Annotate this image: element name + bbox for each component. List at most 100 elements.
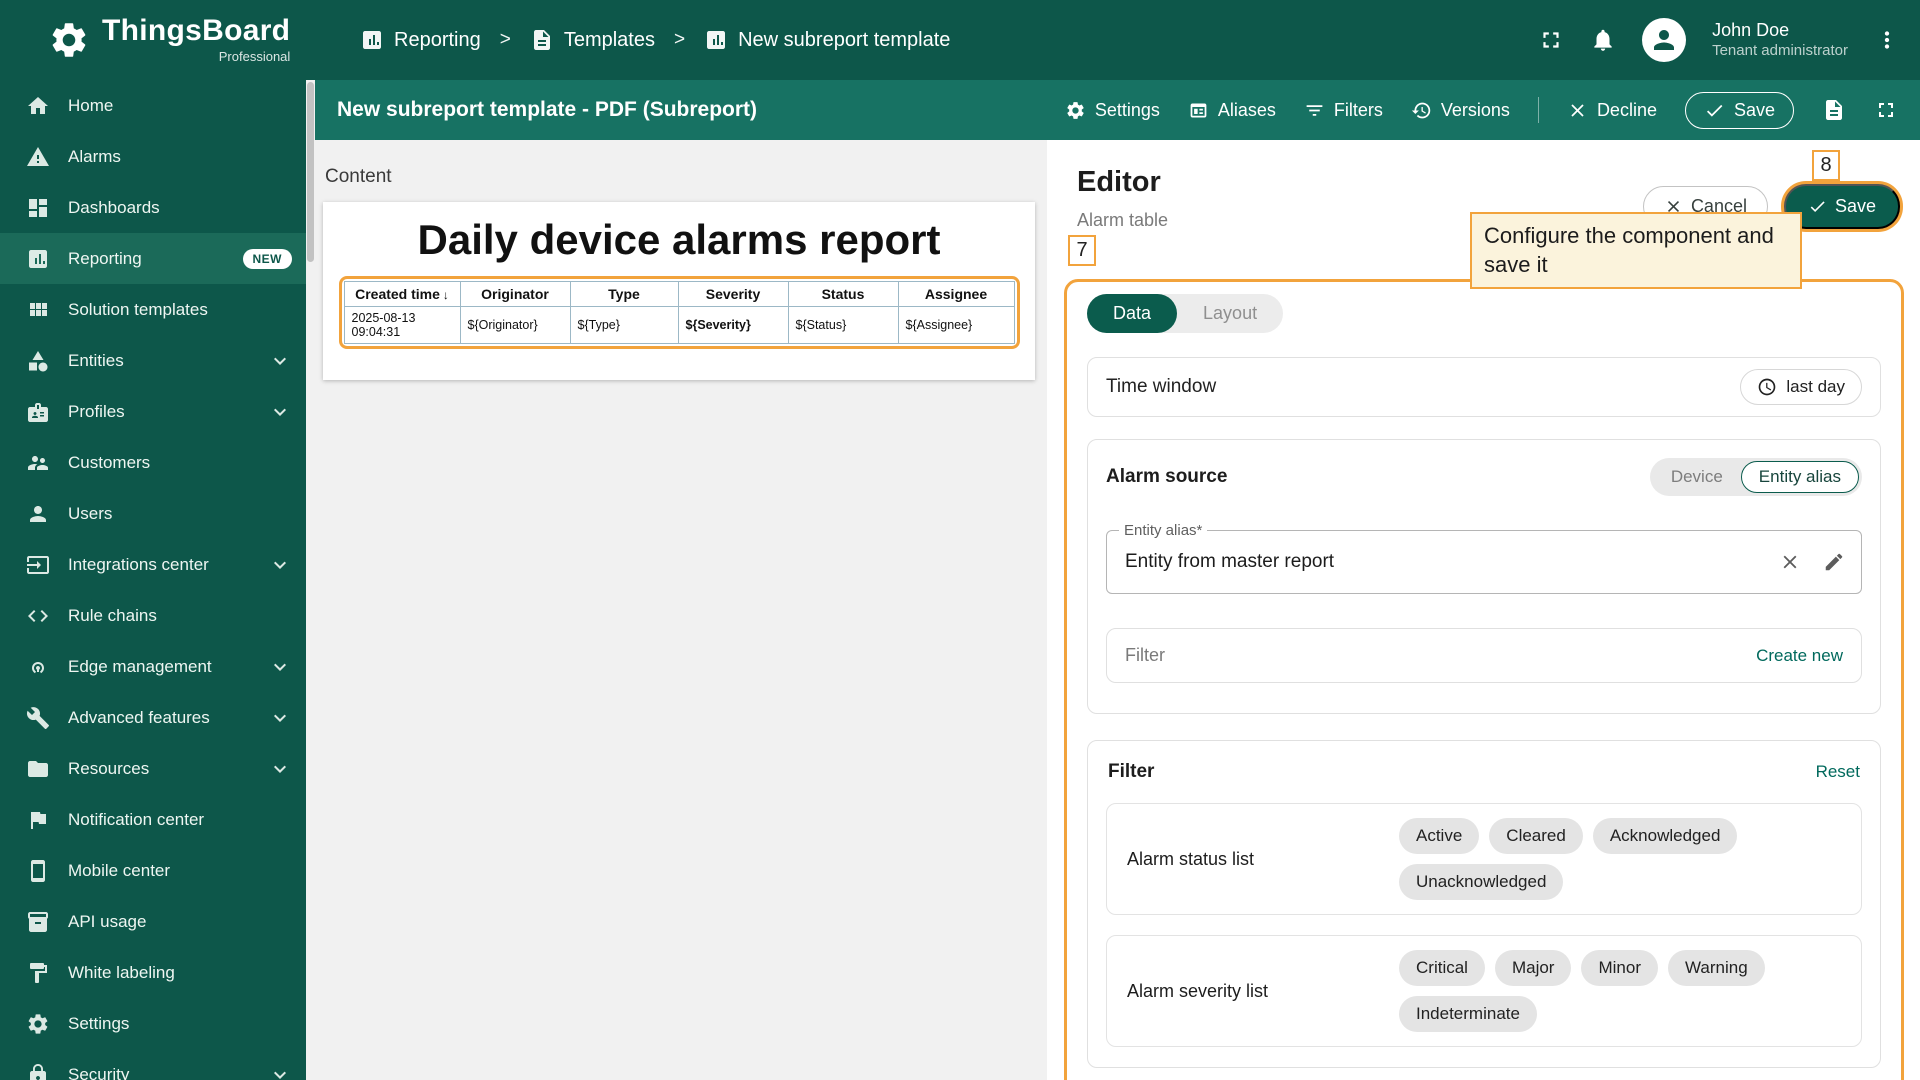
decline-button[interactable]: Decline bbox=[1567, 100, 1657, 121]
chevron-down-icon bbox=[268, 400, 292, 424]
templates-icon bbox=[530, 28, 554, 52]
chip-critical[interactable]: Critical bbox=[1399, 950, 1485, 986]
filter-title: Filter bbox=[1108, 761, 1154, 783]
table-row: 2025-08-13 09:04:31 ${Originator} ${Type… bbox=[344, 307, 1014, 344]
thingsboard-logo[interactable]: ThingsBoard Professional bbox=[0, 16, 306, 64]
entity-alias-field[interactable]: Entity alias* Entity from master report bbox=[1106, 530, 1862, 594]
alarm-table-preview[interactable]: Created time↓ Originator Type Severity S… bbox=[344, 281, 1015, 344]
col-type: Type bbox=[570, 282, 678, 307]
fullscreen-icon[interactable] bbox=[1874, 98, 1898, 122]
user-avatar[interactable] bbox=[1642, 18, 1686, 62]
sidebar-item-notification-center[interactable]: Notification center bbox=[0, 794, 306, 845]
sidebar-item-label: Settings bbox=[68, 1014, 129, 1034]
breadcrumb-label: Reporting bbox=[394, 29, 481, 52]
sidebar-item-label: White labeling bbox=[68, 963, 175, 983]
chip-minor[interactable]: Minor bbox=[1581, 950, 1658, 986]
sidebar-item-settings[interactable]: Settings bbox=[0, 998, 306, 1049]
versions-button[interactable]: Versions bbox=[1411, 100, 1510, 121]
chip-indeterminate[interactable]: Indeterminate bbox=[1399, 996, 1537, 1032]
edit-icon[interactable] bbox=[1823, 551, 1845, 573]
toolbar-save-button[interactable]: Save bbox=[1685, 92, 1794, 129]
user-role: Tenant administrator bbox=[1712, 42, 1848, 61]
clear-icon[interactable] bbox=[1779, 551, 1801, 573]
aliases-label: Aliases bbox=[1218, 100, 1276, 121]
settings-button[interactable]: Settings bbox=[1065, 100, 1160, 121]
col-created-time: Created time↓ bbox=[344, 282, 460, 307]
sidebar-item-white-labeling[interactable]: White labeling bbox=[0, 947, 306, 998]
sidebar-item-edge-management[interactable]: Edge management bbox=[0, 641, 306, 692]
toggle-entity-alias[interactable]: Entity alias bbox=[1741, 461, 1859, 493]
sidebar-item-integrations-center[interactable]: Integrations center bbox=[0, 539, 306, 590]
col-severity: Severity bbox=[678, 282, 788, 307]
sidebar-scrollbar-thumb[interactable] bbox=[307, 82, 314, 262]
create-new-link[interactable]: Create new bbox=[1756, 646, 1843, 666]
reporting-icon bbox=[26, 247, 50, 271]
sidebar-item-rule-chains[interactable]: Rule chains bbox=[0, 590, 306, 641]
chip-unacknowledged[interactable]: Unacknowledged bbox=[1399, 864, 1563, 900]
tab-layout[interactable]: Layout bbox=[1177, 294, 1283, 333]
chip-warning[interactable]: Warning bbox=[1668, 950, 1765, 986]
table-header-row: Created time↓ Originator Type Severity S… bbox=[344, 282, 1014, 307]
breadcrumb-reporting[interactable]: Reporting bbox=[360, 28, 481, 52]
notifications-icon[interactable] bbox=[1590, 27, 1616, 53]
toolbar-divider bbox=[1538, 97, 1539, 123]
chip-acknowledged[interactable]: Acknowledged bbox=[1593, 818, 1738, 854]
sidebar-item-users[interactable]: Users bbox=[0, 488, 306, 539]
reset-link[interactable]: Reset bbox=[1816, 762, 1860, 782]
sidebar-item-label: Integrations center bbox=[68, 555, 209, 575]
sidebar-item-label: Security bbox=[68, 1065, 129, 1080]
time-window-button[interactable]: last day bbox=[1740, 369, 1862, 405]
chevron-down-icon bbox=[268, 1063, 292, 1080]
filters-button[interactable]: Filters bbox=[1304, 100, 1383, 121]
sidebar-item-label: Home bbox=[68, 96, 113, 116]
chip-major[interactable]: Major bbox=[1495, 950, 1572, 986]
save-label: Save bbox=[1835, 196, 1876, 217]
sidebar-scrollbar-track[interactable] bbox=[306, 80, 315, 1080]
sidebar-item-solution-templates[interactable]: Solution templates bbox=[0, 284, 306, 335]
chip-active[interactable]: Active bbox=[1399, 818, 1479, 854]
chevron-down-icon bbox=[268, 757, 292, 781]
check-icon bbox=[1704, 100, 1725, 121]
sidebar-item-home[interactable]: Home bbox=[0, 80, 306, 131]
alarm-status-chips: Active Cleared Acknowledged Unacknowledg… bbox=[1399, 818, 1841, 900]
settings-label: Settings bbox=[1095, 100, 1160, 121]
sidebar-item-mobile-center[interactable]: Mobile center bbox=[0, 845, 306, 896]
new-badge: NEW bbox=[243, 249, 293, 269]
aliases-button[interactable]: Aliases bbox=[1188, 100, 1276, 121]
sidebar-item-label: Rule chains bbox=[68, 606, 157, 626]
cell-assignee: ${Assignee} bbox=[898, 307, 1014, 344]
sidebar-item-dashboards[interactable]: Dashboards bbox=[0, 182, 306, 233]
sidebar-item-alarms[interactable]: Alarms bbox=[0, 131, 306, 182]
sidebar-item-entities[interactable]: Entities bbox=[0, 335, 306, 386]
time-window-label: Time window bbox=[1106, 376, 1216, 398]
notification-center-icon bbox=[26, 808, 50, 832]
template-toolbar: New subreport template - PDF (Subreport)… bbox=[315, 80, 1920, 140]
alarm-status-list-label: Alarm status list bbox=[1127, 849, 1399, 870]
sidebar-item-resources[interactable]: Resources bbox=[0, 743, 306, 794]
breadcrumb-separator: > bbox=[674, 29, 685, 51]
editor-header: Editor Alarm table bbox=[1077, 166, 1168, 231]
generate-report-icon[interactable] bbox=[1822, 98, 1846, 122]
report-preview-card[interactable]: Daily device alarms report Created time↓… bbox=[323, 202, 1035, 380]
sidebar-item-security[interactable]: Security bbox=[0, 1049, 306, 1080]
breadcrumb-templates[interactable]: Templates bbox=[530, 28, 655, 52]
breadcrumb-new-subreport-template[interactable]: New subreport template bbox=[704, 28, 950, 52]
sidebar-item-api-usage[interactable]: API usage bbox=[0, 896, 306, 947]
sidebar-item-reporting[interactable]: Reporting NEW bbox=[0, 233, 306, 284]
toggle-device[interactable]: Device bbox=[1653, 461, 1741, 493]
chip-cleared[interactable]: Cleared bbox=[1489, 818, 1583, 854]
component-config-panel: Data Layout Time window last day Alarm s… bbox=[1064, 279, 1904, 1080]
resources-icon bbox=[26, 757, 50, 781]
cell-type: ${Type} bbox=[570, 307, 678, 344]
sidebar-item-customers[interactable]: Customers bbox=[0, 437, 306, 488]
edge-management-icon bbox=[26, 655, 50, 679]
report-title: Daily device alarms report bbox=[323, 216, 1035, 264]
fullscreen-icon[interactable] bbox=[1538, 27, 1564, 53]
sidebar-item-advanced-features[interactable]: Advanced features bbox=[0, 692, 306, 743]
sidebar-item-profiles[interactable]: Profiles bbox=[0, 386, 306, 437]
breadcrumb-separator: > bbox=[500, 29, 511, 51]
cell-originator: ${Originator} bbox=[460, 307, 570, 344]
tab-data[interactable]: Data bbox=[1087, 294, 1177, 333]
more-menu-icon[interactable] bbox=[1874, 27, 1900, 53]
instruction-tooltip: Configure the component and save it bbox=[1470, 212, 1802, 289]
